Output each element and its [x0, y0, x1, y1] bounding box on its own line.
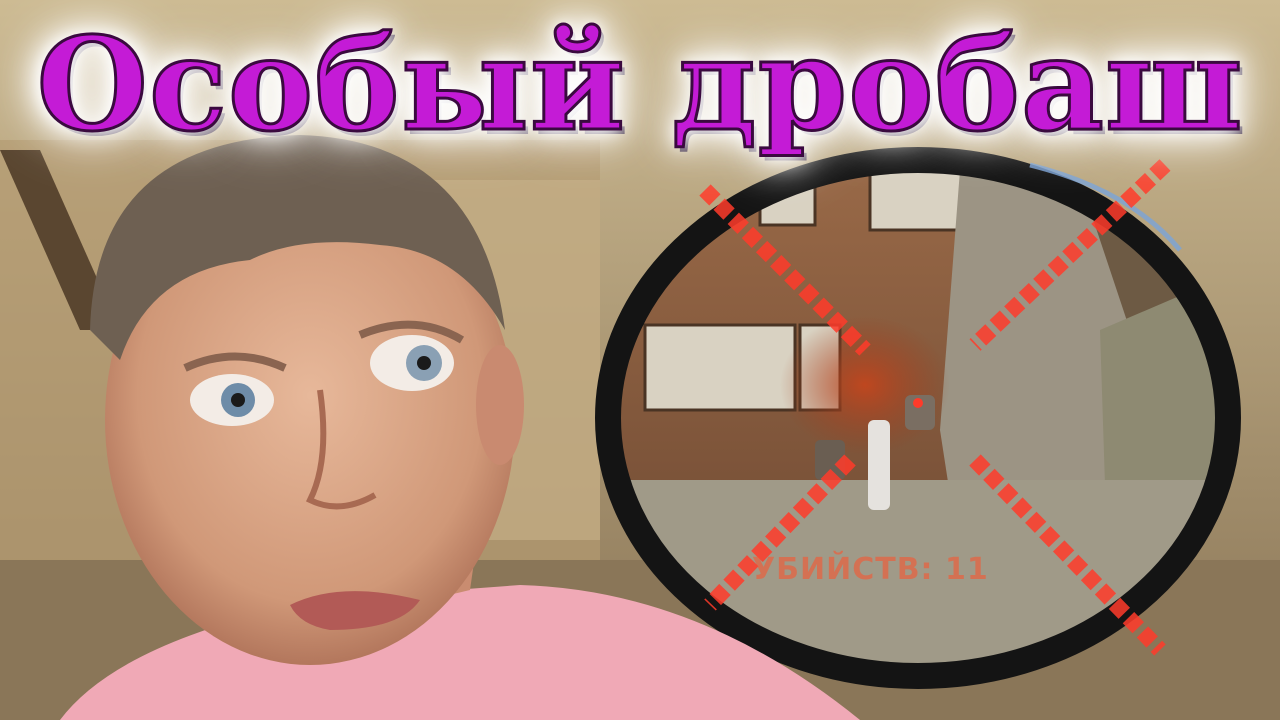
- blood-splatter: [780, 315, 950, 455]
- muzzle-dot: [913, 398, 923, 408]
- ear: [476, 345, 524, 465]
- kills-counter: УБИЙСТВ: 11: [752, 552, 989, 587]
- video-title: Особый дробаш: [35, 9, 1244, 162]
